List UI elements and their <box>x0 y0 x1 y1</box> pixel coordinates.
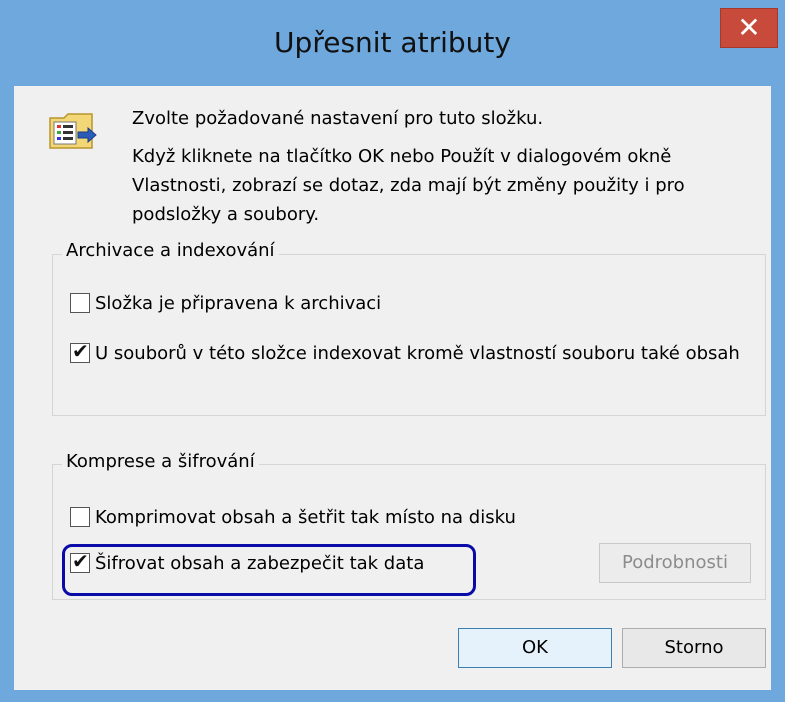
folder-attributes-icon <box>49 113 97 149</box>
archive-ready-row[interactable]: Složka je připravena k archivaci <box>70 290 381 318</box>
compress-group-title: Komprese a šifrování <box>62 451 259 472</box>
archive-group <box>52 254 766 416</box>
check-mark-icon: ✔ <box>72 339 89 363</box>
dialog-client-area: Zvolte požadované nastavení pro tuto slo… <box>14 86 771 690</box>
cancel-button[interactable]: Storno <box>622 628 766 668</box>
archive-ready-label: Složka je připravena k archivaci <box>95 293 382 314</box>
window-title: Upřesnit atributy <box>274 26 511 59</box>
encrypt-highlight <box>62 544 476 596</box>
intro-description: Když kliknete na tlačítko OK nebo Použít… <box>132 146 685 225</box>
archive-ready-checkbox[interactable] <box>70 293 90 313</box>
compress-label: Komprimovat obsah a šetřit tak místo na … <box>95 507 516 528</box>
compress-checkbox[interactable] <box>70 507 90 527</box>
ok-button[interactable]: OK <box>458 628 612 668</box>
intro-text: Zvolte požadované nastavení pro tuto slo… <box>132 108 544 129</box>
archive-group-title: Archivace a indexování <box>62 240 279 261</box>
index-content-label: U souborů v této složce indexovat kromě … <box>95 343 740 364</box>
title-bar[interactable]: Upřesnit atributy ✕ <box>0 0 785 86</box>
index-content-row[interactable]: ✔ U souborů v této složce indexovat krom… <box>70 340 750 368</box>
details-button[interactable]: Podrobnosti <box>599 543 751 583</box>
close-icon: ✕ <box>737 11 761 44</box>
index-content-checkbox[interactable]: ✔ <box>70 339 90 363</box>
close-button[interactable]: ✕ <box>720 8 778 48</box>
dialog-window: Upřesnit atributy ✕ Zvolte požadované na… <box>0 0 785 702</box>
compress-row[interactable]: Komprimovat obsah a šetřit tak místo na … <box>70 504 516 532</box>
